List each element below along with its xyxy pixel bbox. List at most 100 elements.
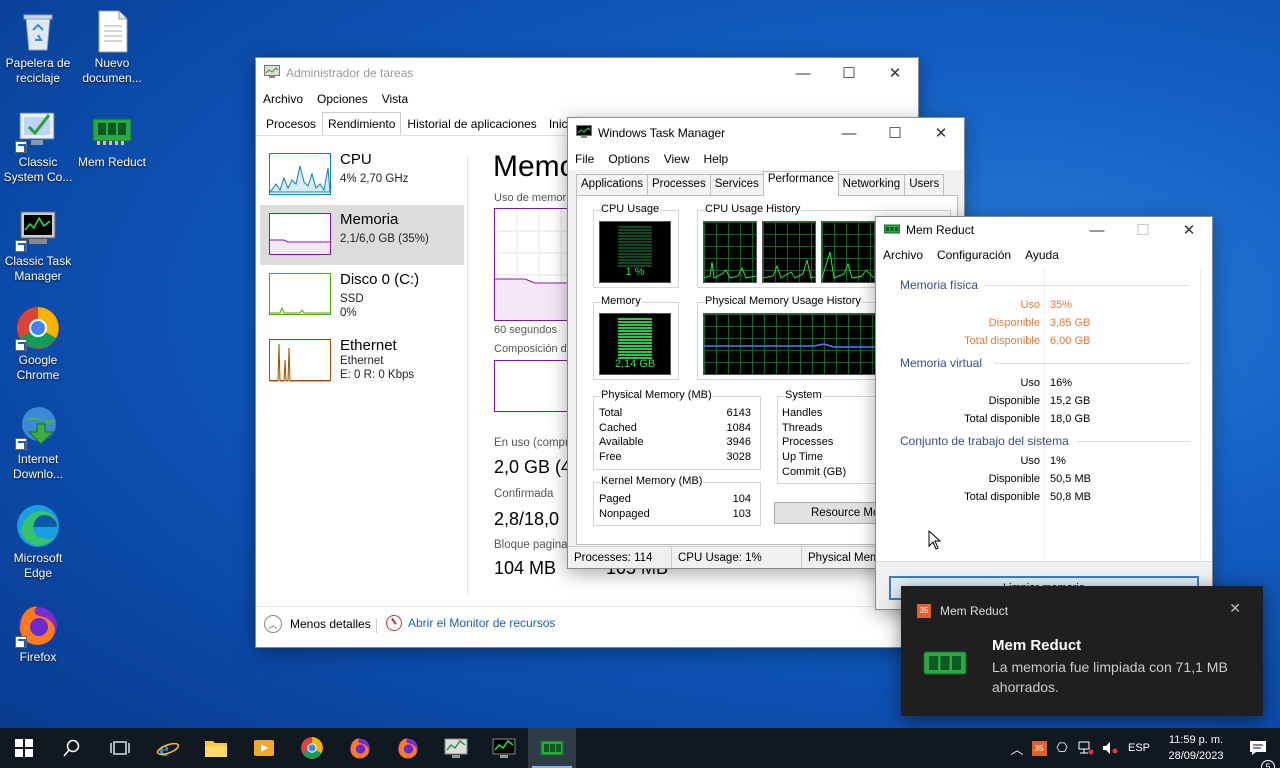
- memory-meter: 2,14 GB: [599, 313, 671, 375]
- taskbar-classic-task-manager[interactable]: [480, 728, 528, 768]
- taskbar-internet-explorer[interactable]: e: [144, 728, 192, 768]
- tab-services[interactable]: Services: [709, 174, 764, 196]
- memory-chip-icon: [540, 740, 564, 756]
- perf-item-disk[interactable]: Disco 0 (C:) SSD 0%: [260, 265, 464, 325]
- desktop-icon-google-chrome[interactable]: Google Chrome: [0, 305, 76, 383]
- close-button[interactable]: ✕: [1166, 217, 1212, 243]
- menu-vista[interactable]: Vista: [375, 92, 415, 106]
- fewer-details-button[interactable]: ︿ Menos detalles: [264, 615, 371, 633]
- physical-available-value: 3,85 GB: [1050, 317, 1091, 329]
- desktop-icon-classic-system-control[interactable]: Classic System Co...: [0, 107, 76, 185]
- perf-item-sub2: 0%: [340, 307, 357, 319]
- menu-archivo[interactable]: Archivo: [256, 92, 310, 106]
- system-row-handles: Handles: [782, 407, 823, 419]
- network-icon[interactable]: [1074, 741, 1098, 755]
- tab-rendimiento[interactable]: Rendimiento: [322, 112, 402, 135]
- table-row: Free 3028: [599, 450, 751, 465]
- desktop-icon-classic-task-manager[interactable]: Classic Task Manager: [0, 206, 76, 284]
- menu-bar: Archivo Opciones Vista: [256, 88, 918, 110]
- volume-muted-icon[interactable]: [1098, 741, 1122, 755]
- menu-view[interactable]: View: [657, 152, 697, 166]
- search-button[interactable]: [48, 728, 96, 768]
- clock-time: 11:59 p. m.: [1168, 734, 1224, 746]
- language-indicator[interactable]: ESP: [1122, 742, 1156, 754]
- mem-reduct-window[interactable]: Mem Reduct — ☐ ✕ Archivo Configuración A…: [875, 216, 1213, 610]
- toast-notification[interactable]: 35 Mem Reduct ✕ Mem Reduct La memoria fu…: [901, 586, 1263, 716]
- in-use-value: 2,0 GB (4: [494, 457, 572, 477]
- working-set-usage-value: 1%: [1050, 455, 1066, 467]
- desktop-icon-internet-download-manager[interactable]: Internet Downlo...: [0, 404, 76, 482]
- tab-procesos[interactable]: Procesos: [260, 112, 322, 135]
- divider: [467, 155, 468, 595]
- desktop-icon-label: Classic Task Manager: [4, 254, 72, 283]
- tab-historial[interactable]: Historial de aplicaciones: [401, 112, 542, 135]
- taskbar-task-manager[interactable]: [432, 728, 480, 768]
- open-resource-monitor-link[interactable]: Abrir el Monitor de recursos: [386, 615, 555, 631]
- taskbar-mem-reduct[interactable]: [528, 728, 576, 768]
- desktop-icon-new-document[interactable]: Nuevo documen...: [74, 8, 150, 86]
- search-icon: [63, 739, 80, 757]
- paged-pool-value: 104 MB: [494, 558, 557, 578]
- desktop-icon-label: Papelera de reciclaje: [5, 56, 71, 85]
- physical-total-label: Total disponible: [964, 335, 1040, 347]
- desktop-icon-recycle-bin[interactable]: Papelera de reciclaje: [0, 8, 76, 86]
- menu-archivo[interactable]: Archivo: [876, 248, 930, 262]
- desktop-icon-microsoft-edge[interactable]: Microsoft Edge: [0, 503, 76, 581]
- close-button[interactable]: ✕: [918, 118, 964, 148]
- physical-total-value: 6,00 GB: [1050, 335, 1091, 347]
- system-row-threads: Threads: [782, 421, 823, 434]
- title-bar[interactable]: Windows Task Manager — ☐ ✕: [568, 118, 964, 148]
- mouse-cursor-icon: [928, 529, 942, 553]
- tab-networking[interactable]: Networking: [837, 174, 906, 196]
- tab-processes[interactable]: Processes: [647, 174, 711, 196]
- firefox-icon: [350, 738, 370, 759]
- tab-applications[interactable]: Applications: [576, 174, 649, 196]
- start-button[interactable]: [0, 728, 48, 768]
- taskbar-firefox-2[interactable]: [384, 728, 432, 768]
- row-value: 3946: [726, 436, 751, 449]
- clock[interactable]: 11:59 p. m. 28/09/2023: [1156, 732, 1236, 764]
- task-manager-icon: [444, 738, 468, 758]
- menu-help[interactable]: Help: [697, 152, 736, 166]
- minimize-button[interactable]: —: [826, 118, 872, 148]
- menu-options[interactable]: Options: [601, 152, 656, 166]
- menu-ayuda[interactable]: Ayuda: [1018, 248, 1066, 262]
- show-hidden-icons-chevron-icon[interactable]: ︿: [1006, 739, 1028, 758]
- toast-message: La memoria fue limpiada con 71,1 MB ahor…: [992, 659, 1228, 695]
- taskbar-file-explorer[interactable]: [192, 728, 240, 768]
- menu-bar: File Options View Help: [568, 148, 964, 170]
- taskbar-media-player[interactable]: [240, 728, 288, 768]
- minimize-button[interactable]: —: [780, 58, 826, 88]
- desktop-icon-mem-reduct[interactable]: Mem Reduct: [74, 107, 150, 170]
- virtual-available-label: Disponible: [988, 395, 1040, 407]
- minimize-button[interactable]: —: [1074, 217, 1120, 243]
- title-bar[interactable]: Administrador de tareas — ☐ ✕: [256, 58, 918, 88]
- menu-file[interactable]: File: [568, 152, 601, 166]
- mem-reduct-tray-icon[interactable]: 35: [1028, 740, 1050, 756]
- window-title: Administrador de tareas: [286, 66, 414, 80]
- taskbar-chrome[interactable]: [288, 728, 336, 768]
- camera-tray-icon[interactable]: ⎔: [1050, 740, 1074, 756]
- menu-opciones[interactable]: Opciones: [310, 92, 375, 106]
- perf-item-cpu[interactable]: CPU 4% 2,70 GHz: [260, 145, 464, 205]
- maximize-button[interactable]: ☐: [826, 58, 872, 88]
- action-center-button[interactable]: 5: [1236, 740, 1280, 768]
- perf-item-memory[interactable]: Memoria 2,1/6,0 GB (35%): [260, 205, 464, 265]
- tab-users[interactable]: Users: [904, 174, 945, 196]
- folder-icon: [205, 741, 227, 757]
- perf-item-ethernet[interactable]: Ethernet Ethernet E: 0 R: 0 Kbps: [260, 331, 464, 391]
- title-bar[interactable]: Mem Reduct — ☐ ✕: [876, 217, 1212, 243]
- tab-performance[interactable]: Performance: [762, 171, 839, 196]
- close-button[interactable]: ✕: [872, 58, 918, 88]
- maximize-button[interactable]: ☐: [1120, 217, 1166, 243]
- window-title: Mem Reduct: [906, 223, 975, 237]
- taskbar-firefox[interactable]: [336, 728, 384, 768]
- cpu-history-graph-2: [762, 221, 816, 283]
- maximize-button[interactable]: ☐: [872, 118, 918, 148]
- cpu-history-graph-3: [821, 221, 875, 283]
- task-view-button[interactable]: [96, 728, 144, 768]
- toast-close-icon[interactable]: ✕: [1229, 600, 1241, 617]
- menu-configuracion[interactable]: Configuración: [930, 248, 1018, 262]
- desktop-icon-firefox[interactable]: Firefox: [0, 602, 76, 665]
- table-row: Available 3946: [599, 435, 751, 450]
